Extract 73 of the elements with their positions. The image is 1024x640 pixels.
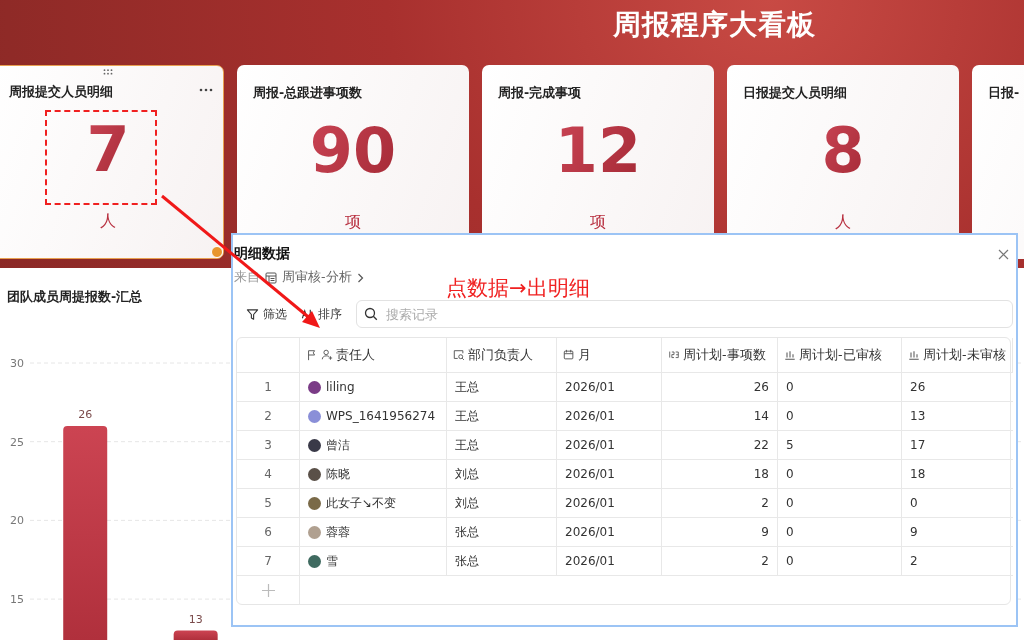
table-cell: 2 — [662, 547, 778, 576]
table-cell: 18 — [662, 460, 778, 489]
table-cell: 0 — [778, 518, 902, 547]
table-cell: 9 — [902, 518, 1013, 547]
table-cell: 刘总 — [447, 460, 557, 489]
card-unit: 人 — [835, 212, 851, 233]
table-cell: 2026/01 — [557, 373, 662, 402]
column-label: 周计划-未审核 — [923, 346, 1006, 364]
row-number: 4 — [237, 460, 300, 489]
row-number: 5 — [237, 489, 300, 518]
table-cell: 张总 — [447, 518, 557, 547]
table-cell: 18 — [902, 460, 1013, 489]
row-number: 6 — [237, 518, 300, 547]
annotation-text: 点数据→出明细 — [446, 275, 590, 302]
bar-value: 26 — [78, 407, 93, 421]
axis-label: 25 — [10, 435, 24, 449]
table-cell: 王总 — [447, 402, 557, 431]
row-number: 7 — [237, 547, 300, 576]
table-cell: 0 — [778, 547, 902, 576]
table-cell: 2026/01 — [557, 431, 662, 460]
table-cell: 26 — [662, 373, 778, 402]
table-cell: 2026/01 — [557, 489, 662, 518]
table-cell: 张总 — [447, 547, 557, 576]
dashboard-title: 周报程序大看板 — [613, 7, 816, 43]
table-cell: 陈晓 — [326, 465, 350, 483]
row-number: 2 — [237, 402, 300, 431]
table-cell: 0 — [778, 489, 902, 518]
table-cell: 17 — [902, 431, 1013, 460]
row-number: 1 — [237, 373, 300, 402]
table-cell: 0 — [778, 373, 902, 402]
card-unit: 项 — [345, 212, 361, 233]
column-label: 责任人 — [336, 346, 375, 364]
column-label: 周计划-已审核 — [799, 346, 882, 364]
table-cell: 9 — [662, 518, 778, 547]
axis-label: 15 — [10, 593, 24, 607]
table-cell: 2026/01 — [557, 518, 662, 547]
table-cell: 2 — [902, 547, 1013, 576]
row-number: 3 — [237, 431, 300, 460]
column-label: 月 — [578, 346, 591, 364]
table-cell: 王总 — [447, 373, 557, 402]
table-cell: 2026/01 — [557, 402, 662, 431]
card-title: 周报-总跟进事项数 — [253, 85, 363, 102]
table-cell: 曾洁 — [326, 436, 350, 454]
table-cell: 0 — [902, 489, 1013, 518]
table-cell: 刘总 — [447, 489, 557, 518]
card-unit: 项 — [590, 212, 606, 233]
card-title: 周报提交人员明细 — [9, 84, 113, 101]
axis-label: 30 — [10, 357, 24, 370]
table-cell: 13 — [902, 402, 1013, 431]
table-cell: 2 — [662, 489, 778, 518]
table-cell: 14 — [662, 402, 778, 431]
bar-value: 13 — [188, 612, 203, 626]
card-title: 周报-完成事项 — [498, 85, 582, 102]
table-cell: 26 — [902, 373, 1013, 402]
card-unit: 人 — [100, 211, 116, 232]
chart-title: 团队成员周提报数-汇总 — [7, 289, 143, 306]
table-cell: 0 — [778, 460, 902, 489]
table-cell: 王总 — [447, 431, 557, 460]
table-cell: 2026/01 — [557, 547, 662, 576]
table-cell: 此女子↘不变 — [326, 494, 397, 512]
column-label: 周计划-事项数 — [683, 346, 766, 364]
card-title: 日报- — [988, 85, 1020, 102]
axis-label: 20 — [10, 514, 24, 528]
table-cell: 0 — [778, 402, 902, 431]
table-cell: 5 — [778, 431, 902, 460]
table-cell: WPS_1641956274 — [326, 409, 436, 423]
table-cell: 雪 — [326, 552, 338, 570]
table-cell: liling — [326, 380, 355, 394]
card-title: 日报提交人员明细 — [743, 85, 847, 102]
table-cell: 蓉蓉 — [326, 523, 350, 541]
table-cell: 2026/01 — [557, 460, 662, 489]
column-label: 部门负责人 — [468, 346, 533, 364]
table-cell: 22 — [662, 431, 778, 460]
